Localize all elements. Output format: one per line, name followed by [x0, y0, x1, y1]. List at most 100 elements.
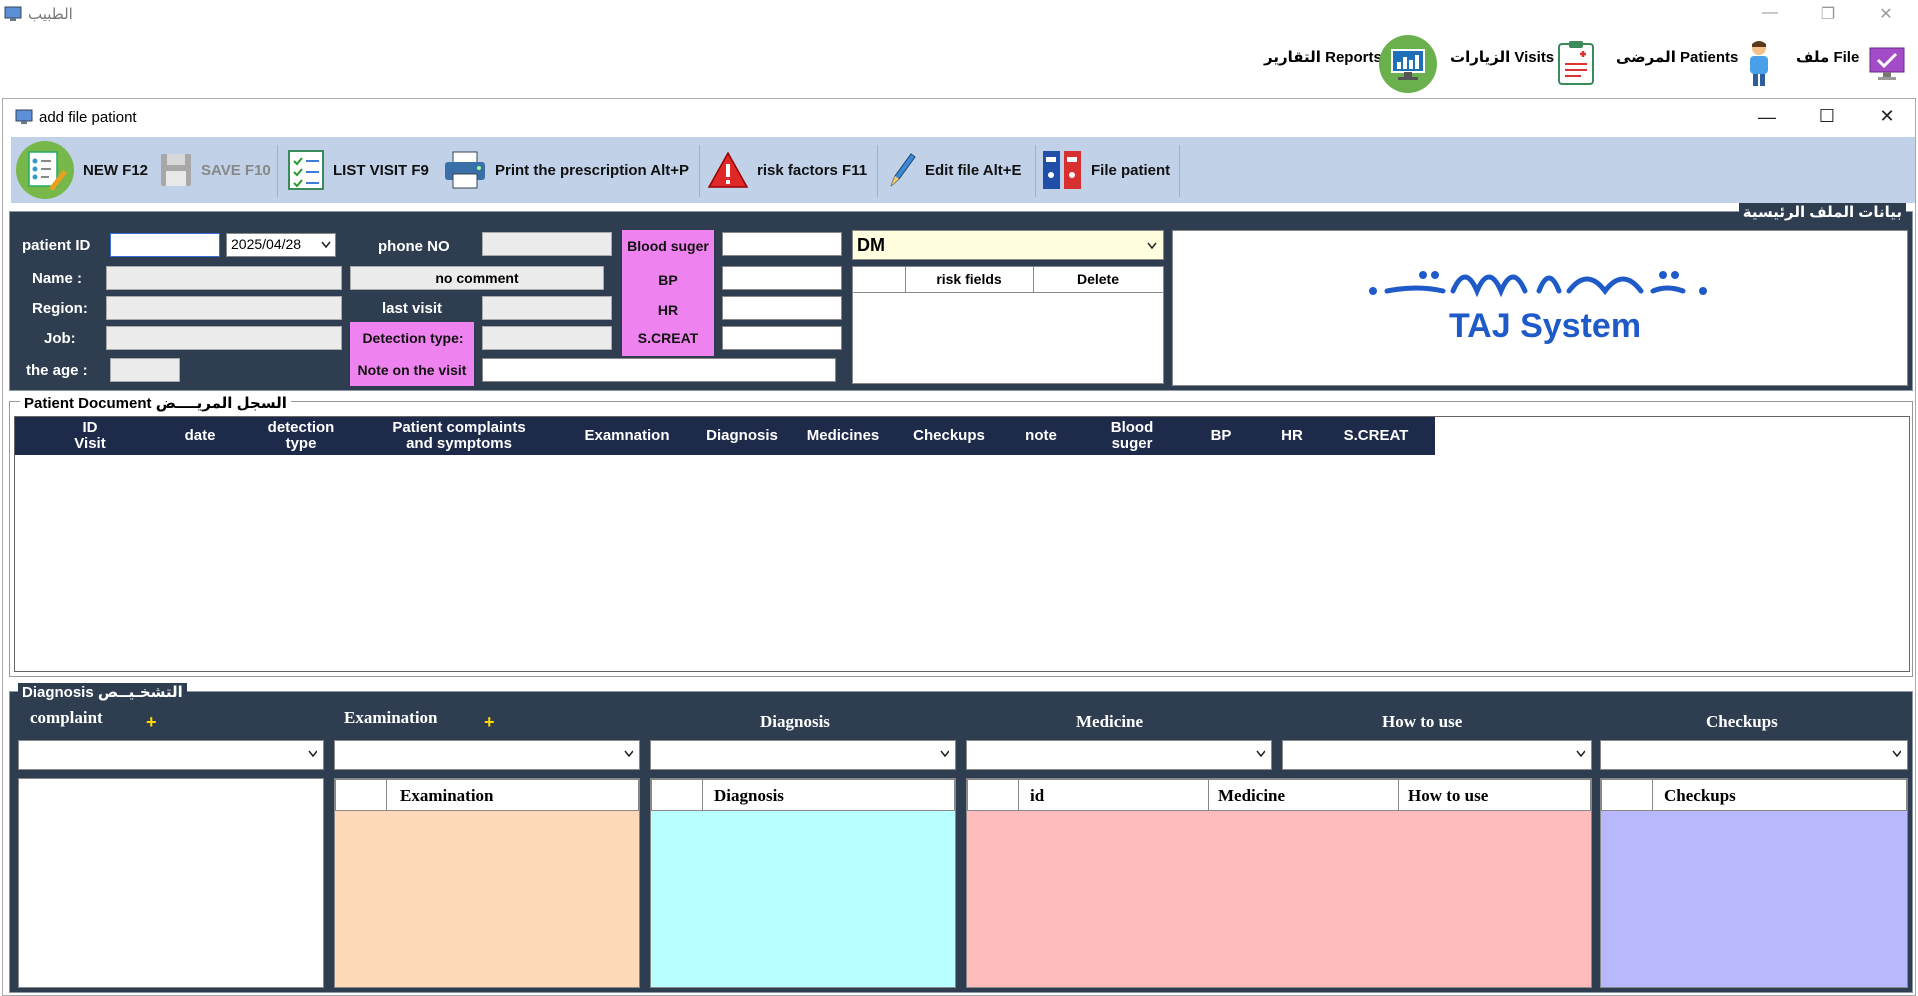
chevron-down-icon	[321, 241, 331, 249]
column-header[interactable]: detection type	[245, 420, 357, 452]
column-header[interactable]: S.CREAT	[1327, 428, 1425, 444]
column-header[interactable]: Diagnosis	[693, 428, 791, 444]
nav-reports-label: التقارير Reports	[1264, 49, 1382, 66]
column-header[interactable]: Patient complaints and symptoms	[357, 420, 561, 452]
add-complaint-button[interactable]: +	[146, 712, 157, 733]
checkups-combo[interactable]	[1600, 740, 1908, 770]
region-label: Region:	[32, 300, 88, 317]
nav-visits-label: الزيارات Visits	[1450, 49, 1555, 66]
name-label: Name :	[32, 270, 83, 287]
patient-document-grid[interactable]: ID Visit date detection type Patient complain…	[14, 416, 1910, 672]
medicine-grid[interactable]: id Medicine How to use	[966, 778, 1592, 988]
edit-file-button[interactable]: Edit file Alt+E	[887, 137, 1022, 203]
visit-date-value: 2025/04/28	[231, 236, 302, 252]
column-header[interactable]: BP	[1185, 428, 1257, 444]
nav-reports-label-wrap[interactable]: التقارير Reports	[1264, 48, 1382, 66]
grid-divider	[1018, 780, 1019, 810]
add-examination-button[interactable]: +	[484, 712, 495, 733]
name-input[interactable]	[106, 266, 342, 290]
column-header[interactable]: Checkups	[895, 428, 1003, 444]
visit-note-label: Note on the visit	[357, 362, 467, 378]
region-input[interactable]	[106, 296, 342, 320]
column-header-line: Checkups	[913, 427, 985, 444]
patient-icon[interactable]	[1744, 40, 1774, 88]
app-icon	[4, 6, 22, 22]
detection-type-input[interactable]	[482, 326, 612, 350]
phone-label: phone NO	[378, 238, 450, 255]
medicine-combo[interactable]	[966, 740, 1272, 770]
checklist-icon	[288, 150, 324, 190]
patient-id-label: patient ID	[22, 237, 91, 254]
examination-column-header: Examination	[400, 786, 494, 805]
blood-sugar-label: Blood suger	[627, 238, 709, 254]
grid-divider	[702, 780, 703, 810]
visit-date-picker[interactable]: 2025/04/28	[226, 233, 336, 257]
diagnosis-combo[interactable]	[650, 740, 956, 770]
column-header[interactable]: HR	[1257, 428, 1327, 444]
visit-note-input[interactable]	[482, 358, 836, 382]
save-button[interactable]: SAVE F10	[159, 137, 271, 203]
complaint-list[interactable]	[18, 778, 324, 988]
nav-file-label-wrap[interactable]: ملف File	[1796, 48, 1859, 66]
medicine-label: Medicine	[1076, 712, 1144, 731]
pencil-icon	[890, 153, 916, 187]
column-header[interactable]: Blood suger	[1079, 420, 1185, 452]
reports-icon[interactable]	[1378, 34, 1438, 94]
grid-divider	[1652, 780, 1653, 810]
risk-grid[interactable]: risk fields Delete	[852, 266, 1164, 384]
column-header-line: HR	[1281, 427, 1303, 444]
age-input[interactable]	[110, 358, 180, 382]
checkups-label: Checkups	[1706, 712, 1778, 731]
checkups-grid-header: Checkups	[1601, 779, 1907, 811]
dialog-minimize-button[interactable]: —	[1747, 107, 1787, 128]
column-header[interactable]: Examnation	[561, 428, 693, 444]
diagnosis-grid-header: Diagnosis	[651, 779, 955, 811]
checkups-grid[interactable]: Checkups	[1600, 778, 1908, 988]
hr-input[interactable]	[722, 296, 842, 320]
column-header[interactable]: Medicines	[791, 428, 895, 444]
diagnosis-legend: Diagnosis التشخـيــص	[18, 683, 187, 701]
screat-input[interactable]	[722, 326, 842, 350]
clipboard-icon[interactable]	[1556, 40, 1596, 86]
app-minimize-button[interactable]: —	[1750, 4, 1790, 22]
risk-factors-button-label: risk factors F11	[757, 161, 868, 179]
complaint-combo[interactable]	[18, 740, 324, 770]
nav-visits-label-wrap[interactable]: الزيارات Visits	[1450, 48, 1554, 66]
risk-factors-button[interactable]: risk factors F11	[707, 137, 867, 203]
list-visit-button[interactable]: LIST VISIT F9	[287, 137, 429, 203]
examination-grid[interactable]: Examination	[334, 778, 640, 988]
how-to-use-combo[interactable]	[1282, 740, 1592, 770]
print-button[interactable]: Print the prescription Alt+P	[443, 137, 689, 203]
comment-field[interactable]: no comment	[350, 266, 604, 290]
file-patient-button-label: File patient	[1091, 161, 1171, 179]
column-header[interactable]: ID Visit	[25, 420, 155, 452]
new-button[interactable]: NEW F12	[15, 137, 148, 203]
column-header-line: detection	[267, 419, 335, 436]
dialog-close-button[interactable]: ✕	[1867, 106, 1907, 127]
monitor-check-icon[interactable]	[1868, 44, 1906, 82]
dialog-maximize-button[interactable]: ☐	[1807, 106, 1847, 127]
job-input[interactable]	[106, 326, 342, 350]
column-header-line: Examnation	[584, 427, 670, 444]
last-visit-input[interactable]	[482, 296, 612, 320]
nav-patients-label-wrap[interactable]: المرضى Patients	[1616, 48, 1738, 66]
save-button-label: SAVE F10	[201, 161, 271, 179]
column-header[interactable]: date	[155, 428, 245, 444]
main-data-panel: بيانات الملف الرئيسية patient ID 2025/04…	[9, 203, 1913, 391]
file-patient-button[interactable]: File patient	[1041, 137, 1170, 203]
bp-input[interactable]	[722, 266, 842, 290]
examination-label: Examination	[344, 708, 438, 727]
risk-factor-combo[interactable]: DM	[852, 230, 1164, 260]
diagnosis-grid[interactable]: Diagnosis	[650, 778, 956, 988]
app-restore-button[interactable]: ❐	[1808, 4, 1848, 24]
grid-divider	[1208, 780, 1209, 810]
column-header[interactable]: note	[1003, 428, 1079, 444]
app-close-button[interactable]: ✕	[1866, 4, 1906, 24]
chevron-down-icon	[1256, 750, 1265, 758]
blood-sugar-input[interactable]	[722, 232, 842, 256]
logo-box: TAJ System	[1172, 230, 1908, 386]
job-label: Job:	[44, 330, 76, 347]
patient-id-input[interactable]	[110, 233, 220, 257]
phone-input[interactable]	[482, 232, 612, 256]
examination-combo[interactable]	[334, 740, 640, 770]
